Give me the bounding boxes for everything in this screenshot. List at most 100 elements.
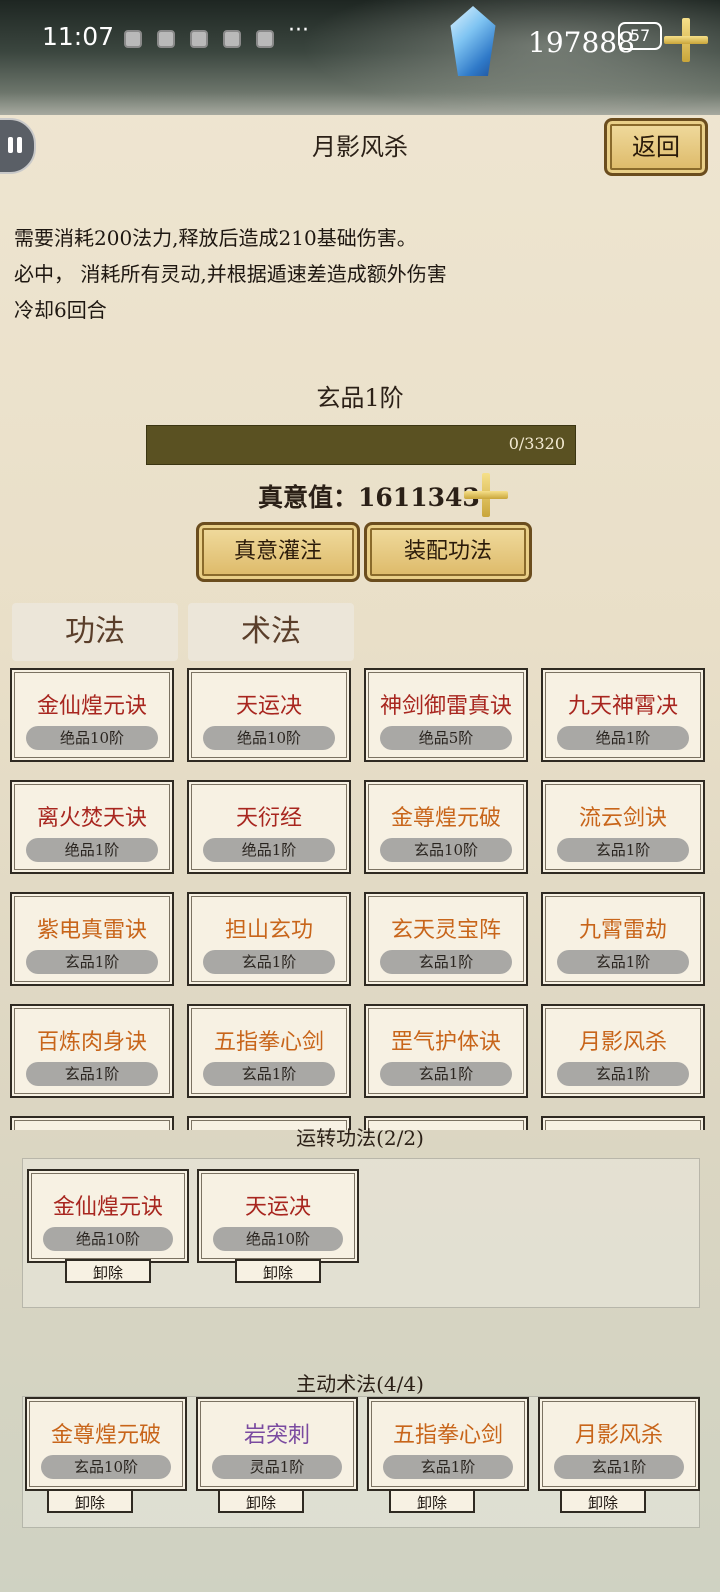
skill-name: 紫电真雷诀 <box>36 918 147 943</box>
skill-name: 金尊煌元破 <box>50 1423 161 1448</box>
skill-name: 月影风杀 <box>578 1030 667 1055</box>
skill-description: 需要消耗200法力,释放后造成210基础伤害。 必中， 消耗所有灵动,并根据遁速… <box>14 220 447 328</box>
equip-skill-button[interactable]: 装配功法 <box>364 522 532 582</box>
skill-grade: 玄品1阶 <box>26 950 158 974</box>
skill-card[interactable]: 月影风杀玄品1阶 <box>538 1397 700 1491</box>
skill-grade: 绝品1阶 <box>26 838 158 862</box>
skill-grade: 灵品1阶 <box>212 1455 342 1479</box>
true-value-number: 1611343 <box>358 483 480 512</box>
skill-card[interactable]: 九霄雷劫玄品1阶 <box>541 892 705 986</box>
skill-card[interactable]: 神剑御雷真诀 绝品5阶 <box>364 668 528 762</box>
notification-icon <box>124 30 142 48</box>
skill-card[interactable]: 天运决绝品10阶 <box>197 1169 359 1263</box>
skill-grade: 绝品1阶 <box>203 838 335 862</box>
progress-text: 0/3320 <box>508 434 565 453</box>
description-line: 需要消耗200法力,释放后造成210基础伤害。 <box>14 226 417 250</box>
skill-card[interactable]: 金仙煌元诀绝品10阶 <box>10 668 174 762</box>
running-skills-title: 运转功法(2/2) <box>296 1126 424 1150</box>
skill-card[interactable]: 天运决绝品10阶 <box>187 668 351 762</box>
skill-card[interactable]: 金尊煌元破玄品10阶 <box>25 1397 187 1491</box>
skill-grade: 绝品10阶 <box>213 1227 343 1251</box>
skill-grade: 玄品1阶 <box>557 950 689 974</box>
description-line: 必中， 消耗所有灵动,并根据遁速差造成额外伤害 <box>14 262 447 286</box>
skills-grid: 金仙煌元诀 绝品10阶 天运决 绝品10阶 神剑御雷真诀 绝品5阶 九天神霄决 绝品1阶 离火焚… <box>10 668 710 1130</box>
unequip-button[interactable]: 卸除 <box>47 1489 133 1513</box>
back-button[interactable]: 返回 <box>604 118 708 176</box>
add-currency-icon[interactable] <box>664 18 708 62</box>
skill-name: 金仙煌元诀 <box>52 1195 163 1220</box>
status-time: 11:07 <box>42 22 115 51</box>
skill-name: 五指拳心剑 <box>213 1030 324 1055</box>
skill-grade: 玄品1阶 <box>557 1062 689 1086</box>
skill-name: 金仙煌元诀 <box>36 694 147 719</box>
skill-grade: 玄品1阶 <box>557 838 689 862</box>
unequip-button[interactable]: 卸除 <box>65 1259 151 1283</box>
skill-name: 担山玄功 <box>224 918 313 943</box>
unequip-button[interactable]: 卸除 <box>560 1489 646 1513</box>
progress-bar: 0/3320 <box>146 425 576 465</box>
skill-card[interactable]: 五指拳心剑玄品1阶 <box>187 1004 351 1098</box>
skill-grade: 绝品5阶 <box>380 726 512 750</box>
skill-grade: 绝品10阶 <box>26 726 158 750</box>
notification-icons <box>124 30 274 48</box>
skill-card[interactable]: 九天神霄决绝品1阶 <box>541 668 705 762</box>
skill-card[interactable]: 离火焚天诀绝品1阶 <box>10 780 174 874</box>
skill-card[interactable]: 五指拳心剑 玄品1阶 <box>367 1397 529 1491</box>
unequip-button[interactable]: 卸除 <box>389 1489 475 1513</box>
skill-rank: 玄品1阶 <box>316 384 404 412</box>
running-skills-panel: 金仙煌元诀 绝品10阶 卸除 天运决 绝品10阶 卸除 <box>22 1158 700 1308</box>
description-line: 冷却6回合 <box>14 298 107 322</box>
skill-card[interactable]: 百炼肉身诀玄品1阶 <box>10 1004 174 1098</box>
skill-grade: 绝品10阶 <box>203 726 335 750</box>
skill-grade: 玄品1阶 <box>26 1062 158 1086</box>
more-notifications-icon: ··· <box>288 18 309 43</box>
skill-grade: 玄品1阶 <box>554 1455 684 1479</box>
notification-icon <box>190 30 208 48</box>
skill-grade: 玄品1阶 <box>380 1062 512 1086</box>
skill-name: 流云剑诀 <box>578 806 667 831</box>
skill-card[interactable]: 玄天灵宝阵玄品1阶 <box>364 892 528 986</box>
skill-card[interactable]: 金尊煌元破 玄品10阶 <box>364 780 528 874</box>
skill-card[interactable]: 金仙煌元诀绝品10阶 <box>27 1169 189 1263</box>
notification-icon <box>223 30 241 48</box>
skill-name: 神剑御雷真诀 <box>379 694 512 719</box>
skill-name: 岩突刺 <box>243 1423 310 1448</box>
skill-name: 离火焚天诀 <box>36 806 147 831</box>
skill-grade: 玄品1阶 <box>203 950 335 974</box>
skill-card[interactable]: 紫电真雷诀玄品1阶 <box>10 892 174 986</box>
skill-grade: 玄品10阶 <box>41 1455 171 1479</box>
true-value-label: 真意值： <box>258 483 359 512</box>
active-skills-title: 主动术法(4/4) <box>296 1372 424 1396</box>
skill-card[interactable]: 天衍经 绝品1阶 <box>187 780 351 874</box>
skill-grade: 玄品1阶 <box>203 1062 335 1086</box>
skill-name: 罡气护体诀 <box>390 1030 501 1055</box>
skill-grade: 绝品10阶 <box>43 1227 173 1251</box>
skill-card[interactable]: 流云剑诀玄品1阶 <box>541 780 705 874</box>
unequip-button[interactable]: 卸除 <box>218 1489 304 1513</box>
add-true-value-icon[interactable] <box>464 473 508 517</box>
skill-card[interactable]: 岩突刺灵品1阶 <box>196 1397 358 1491</box>
tab-gongfa[interactable]: 功法 <box>12 603 178 661</box>
notification-icon <box>256 30 274 48</box>
skill-grade: 玄品1阶 <box>380 950 512 974</box>
skill-name: 九天神霄决 <box>567 694 678 719</box>
skill-name: 玄天灵宝阵 <box>390 918 501 943</box>
tab-shufa[interactable]: 术法 <box>188 603 354 661</box>
skill-grade: 绝品1阶 <box>557 726 689 750</box>
infuse-button[interactable]: 真意灌注 <box>196 522 360 582</box>
skill-grade: 玄品1阶 <box>383 1455 513 1479</box>
skill-name: 百炼肉身诀 <box>36 1030 147 1055</box>
skill-card[interactable]: 月影风杀玄品1阶 <box>541 1004 705 1098</box>
active-skills-panel: 金尊煌元破 玄品10阶 卸除 岩突刺 灵品1阶 卸除 五指拳心剑 玄品1阶 卸除 月影风杀 玄品1阶… <box>22 1396 700 1528</box>
unequip-button[interactable]: 卸除 <box>235 1259 321 1283</box>
true-value: 真意值：1611343 <box>258 478 480 514</box>
notification-icon <box>157 30 175 48</box>
skill-name: 月影风杀 <box>574 1423 663 1448</box>
skill-name: 九霄雷劫 <box>578 918 667 943</box>
skill-name: 天运决 <box>235 694 302 719</box>
skill-name: 金尊煌元破 <box>390 806 501 831</box>
battery-icon: 57 <box>618 22 662 50</box>
skill-card[interactable]: 担山玄功玄品1阶 <box>187 892 351 986</box>
skill-card[interactable]: 罡气护体诀玄品1阶 <box>364 1004 528 1098</box>
skill-name: 天运决 <box>244 1195 311 1220</box>
